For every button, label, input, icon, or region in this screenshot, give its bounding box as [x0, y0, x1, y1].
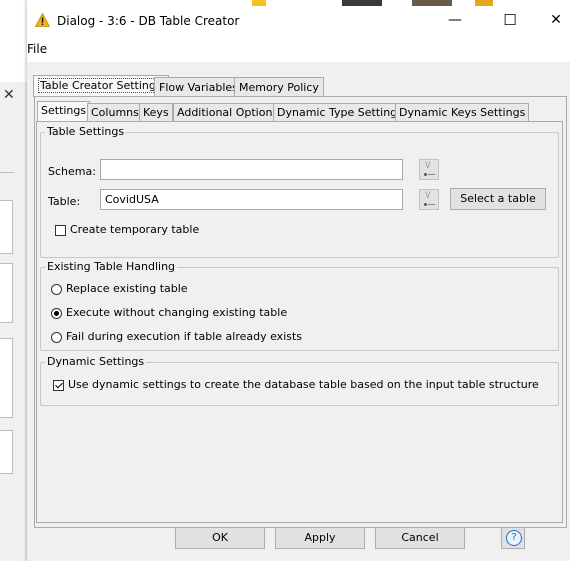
flow-variable-line [428, 174, 435, 175]
menu-bar: File [27, 40, 570, 62]
background-box [0, 338, 13, 418]
background-box [0, 430, 13, 474]
minimize-button[interactable]: — [440, 8, 470, 32]
table-settings-group: Table Settings Schema: V Table: CovidUSA… [40, 125, 559, 258]
tab-label: Table Creator Settings [38, 78, 164, 93]
background-box [0, 263, 13, 323]
background-close-icon[interactable]: ✕ [3, 87, 15, 103]
create-temporary-table-label[interactable]: Create temporary table [70, 223, 199, 236]
tab-settings[interactable]: Settings [37, 101, 91, 122]
background-box [0, 200, 13, 254]
ok-button[interactable]: OK [175, 527, 265, 549]
apply-button[interactable]: Apply [275, 527, 365, 549]
replace-existing-table-label[interactable]: Replace existing table [66, 282, 188, 295]
fail-if-exists-label[interactable]: Fail during execution if table already e… [66, 330, 302, 343]
existing-table-handling-group: Existing Table Handling Replace existing… [40, 260, 559, 351]
tab-dynamic-type-settings[interactable]: Dynamic Type Settings [273, 103, 407, 122]
tab-dynamic-keys-settings[interactable]: Dynamic Keys Settings [395, 103, 530, 122]
tab-keys[interactable]: Keys [139, 103, 173, 122]
maximize-button[interactable]: ☐ [495, 8, 525, 32]
flow-variable-dot [424, 203, 427, 206]
warning-triangle-icon [35, 13, 50, 27]
help-button[interactable]: ? [501, 527, 525, 549]
use-dynamic-settings-label[interactable]: Use dynamic settings to create the datab… [68, 378, 539, 391]
flow-variable-dot [424, 173, 427, 176]
background-decoration [252, 0, 266, 6]
background-decoration [342, 0, 382, 6]
existing-table-handling-legend: Existing Table Handling [45, 260, 178, 273]
menu-file[interactable]: File [27, 42, 47, 56]
background-decoration [475, 0, 493, 6]
background-divider [0, 172, 14, 173]
tab-memory-policy[interactable]: Memory Policy [234, 77, 324, 97]
dynamic-settings-legend: Dynamic Settings [45, 355, 147, 368]
cancel-button[interactable]: Cancel [375, 527, 465, 549]
create-temporary-table-checkbox[interactable] [55, 225, 66, 236]
tab-table-creator-settings[interactable]: Table Creator Settings [33, 75, 169, 97]
window-title: Dialog - 3:6 - DB Table Creator [57, 14, 240, 28]
tab-flow-variables[interactable]: Flow Variables [154, 77, 243, 97]
schema-flow-variable-button[interactable]: V [419, 159, 439, 180]
select-table-button[interactable]: Select a table [450, 188, 546, 210]
help-icon: ? [506, 530, 522, 546]
execute-without-changing-radio[interactable] [51, 308, 62, 319]
use-dynamic-settings-checkbox[interactable] [53, 380, 64, 391]
settings-tab-panel: Table Settings Schema: V Table: CovidUSA… [36, 121, 563, 523]
dynamic-settings-group: Dynamic Settings Use dynamic settings to… [40, 355, 559, 406]
title-bar: Dialog - 3:6 - DB Table Creator — ☐ ✕ [27, 0, 570, 42]
flow-variable-line [428, 204, 435, 205]
table-flow-variable-button[interactable]: V [419, 189, 439, 210]
db-table-creator-dialog: Dialog - 3:6 - DB Table Creator — ☐ ✕ Fi… [27, 0, 570, 561]
execute-without-changing-label[interactable]: Execute without changing existing table [66, 306, 287, 319]
flow-variable-icon: V [425, 191, 431, 201]
table-label: Table: [48, 195, 81, 208]
close-button[interactable]: ✕ [541, 8, 570, 32]
tab-additional-options[interactable]: Additional Options [173, 103, 283, 122]
table-settings-legend: Table Settings [45, 125, 127, 138]
schema-label: Schema: [48, 165, 96, 178]
fail-if-exists-radio[interactable] [51, 332, 62, 343]
background-decoration [412, 0, 452, 6]
flow-variable-icon: V [425, 161, 431, 171]
table-input[interactable]: CovidUSA [100, 189, 403, 210]
schema-input[interactable] [100, 159, 403, 180]
replace-existing-table-radio[interactable] [51, 284, 62, 295]
tab-columns[interactable]: Columns [87, 103, 143, 122]
